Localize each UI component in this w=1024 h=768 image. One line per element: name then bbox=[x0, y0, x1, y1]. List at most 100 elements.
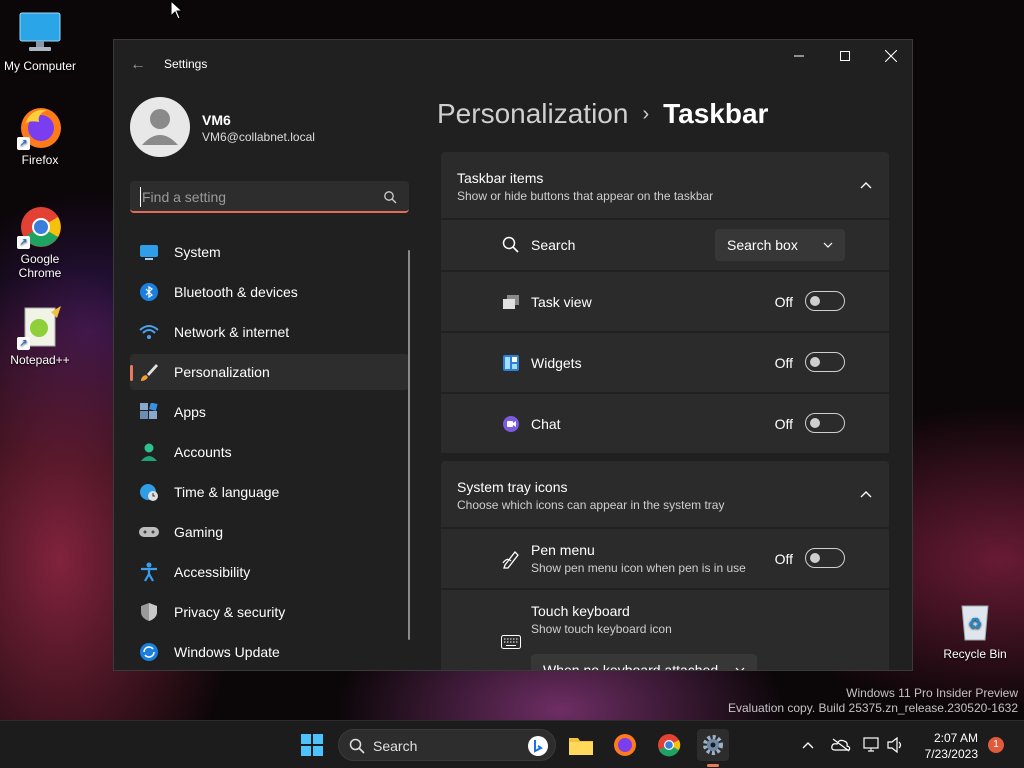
maximize-button[interactable] bbox=[822, 40, 868, 72]
taskbar-firefox[interactable] bbox=[609, 729, 641, 761]
settings-window: ← Settings VM6 VM6@collabnet.local Syste… bbox=[113, 39, 913, 671]
sidebar-item-apps[interactable]: Apps bbox=[130, 394, 409, 430]
chevron-up-icon[interactable] bbox=[859, 178, 873, 192]
svg-text:♻: ♻ bbox=[968, 616, 982, 633]
search-mode-dropdown[interactable]: Search box bbox=[715, 229, 845, 261]
sidebar-item-personalization[interactable]: Personalization bbox=[130, 354, 409, 390]
chrome-icon: ↗ bbox=[17, 203, 63, 249]
chat-label: Chat bbox=[531, 416, 561, 432]
tray-volume[interactable] bbox=[882, 729, 910, 761]
accessibility-icon bbox=[139, 562, 159, 582]
bing-icon bbox=[528, 736, 548, 756]
breadcrumb-parent[interactable]: Personalization bbox=[437, 98, 628, 130]
desktop-icon-label: My Computer bbox=[3, 59, 77, 73]
recycle-bin-icon: ♻ bbox=[952, 598, 998, 644]
folder-icon bbox=[569, 738, 593, 755]
breadcrumb: Personalization › Taskbar bbox=[437, 98, 768, 130]
watermark-build: Evaluation copy. Build 25375.zn_release.… bbox=[728, 701, 1018, 715]
avatar[interactable] bbox=[130, 97, 190, 157]
toggle-state-text: Off bbox=[774, 416, 793, 432]
update-icon bbox=[139, 642, 159, 662]
clock-time: 2:07 AM bbox=[933, 731, 978, 745]
desktop-icon-label: Notepad++ bbox=[10, 353, 70, 367]
volume-icon bbox=[887, 737, 902, 753]
close-button[interactable] bbox=[868, 40, 912, 72]
pen-menu-toggle[interactable] bbox=[805, 548, 845, 568]
bluetooth-icon bbox=[139, 282, 159, 302]
toggle-knob bbox=[810, 553, 820, 563]
toggle-knob bbox=[810, 357, 820, 367]
sidebar-item-windows-update[interactable]: Windows Update bbox=[130, 634, 409, 670]
globe-clock-icon bbox=[139, 482, 159, 502]
wifi-icon bbox=[139, 322, 159, 342]
page-title: Taskbar bbox=[663, 98, 769, 129]
sidebar-item-privacy[interactable]: Privacy & security bbox=[130, 594, 409, 630]
settings-search-box[interactable] bbox=[130, 181, 409, 213]
desktop-icon-notepadpp[interactable]: ↗ Notepad++ bbox=[0, 304, 80, 367]
taskbar-settings[interactable] bbox=[697, 729, 729, 767]
touch-keyboard-label: Touch keyboard bbox=[531, 603, 630, 619]
sidebar-item-network[interactable]: Network & internet bbox=[130, 314, 409, 350]
title-bar[interactable]: ← Settings bbox=[114, 40, 912, 88]
close-icon bbox=[885, 50, 897, 62]
sidebar-item-label: Time & language bbox=[174, 484, 280, 500]
chevron-up-icon bbox=[802, 742, 814, 749]
touch-keyboard-dropdown[interactable]: When no keyboard attached bbox=[531, 654, 757, 670]
desktop-icon-recycle-bin[interactable]: ♻ Recycle Bin bbox=[935, 598, 1015, 661]
chat-icon bbox=[501, 414, 521, 434]
gear-icon bbox=[703, 735, 723, 755]
user-email: VM6@collabnet.local bbox=[202, 130, 315, 144]
toggle-knob bbox=[810, 296, 820, 306]
toggle-state-text: Off bbox=[774, 294, 793, 310]
chevron-up-icon[interactable] bbox=[859, 487, 873, 501]
watermark-edition: Windows 11 Pro Insider Preview bbox=[846, 686, 1018, 700]
clock-date: 7/23/2023 bbox=[924, 747, 978, 761]
start-button[interactable] bbox=[296, 729, 328, 761]
breadcrumb-chevron-icon: › bbox=[642, 102, 650, 125]
sidebar-scrollbar[interactable] bbox=[408, 250, 410, 640]
notepadpp-icon: ↗ bbox=[17, 304, 63, 350]
search-icon bbox=[501, 235, 521, 255]
dropdown-value: Search box bbox=[727, 237, 798, 253]
taskbar-items-header[interactable]: Taskbar items Show or hide buttons that … bbox=[441, 152, 889, 218]
chevron-down-icon bbox=[735, 667, 745, 670]
minimize-icon bbox=[794, 55, 804, 57]
task-view-label: Task view bbox=[531, 294, 592, 310]
sidebar-item-accounts[interactable]: Accounts bbox=[130, 434, 409, 470]
user-name: VM6 bbox=[202, 112, 231, 128]
sidebar-item-gaming[interactable]: Gaming bbox=[130, 514, 409, 550]
tray-onedrive[interactable] bbox=[827, 729, 855, 761]
tray-overflow-button[interactable] bbox=[794, 729, 822, 761]
desktop-icon-my-computer[interactable]: My Computer bbox=[0, 10, 80, 73]
search-setting-label: Search bbox=[531, 237, 576, 253]
back-arrow-icon[interactable]: ← bbox=[130, 56, 148, 74]
sidebar-item-label: Accounts bbox=[174, 444, 232, 460]
chat-toggle[interactable] bbox=[805, 413, 845, 433]
taskbar-clock[interactable]: 2:07 AM 7/23/2023 bbox=[920, 730, 978, 762]
taskbar-search-label: Search bbox=[373, 738, 418, 754]
widgets-row: Widgets Off bbox=[441, 333, 889, 392]
system-tray-header[interactable]: System tray icons Choose which icons can… bbox=[441, 461, 889, 527]
minimize-button[interactable] bbox=[776, 40, 822, 72]
desktop-icon-label: Firefox bbox=[21, 153, 59, 167]
section-title: System tray icons bbox=[457, 479, 568, 495]
widgets-toggle[interactable] bbox=[805, 352, 845, 372]
pen-icon bbox=[501, 549, 521, 569]
search-icon[interactable] bbox=[383, 190, 397, 204]
taskbar-search-box[interactable]: Search bbox=[338, 729, 556, 761]
sidebar-item-bluetooth[interactable]: Bluetooth & devices bbox=[130, 274, 409, 310]
desktop-icon-firefox[interactable]: ↗ Firefox bbox=[0, 104, 80, 167]
desktop-icon-chrome[interactable]: ↗ Google Chrome bbox=[0, 203, 80, 280]
task-view-toggle[interactable] bbox=[805, 291, 845, 311]
desktop-icon-label: Recycle Bin bbox=[943, 647, 1007, 661]
taskbar-chrome[interactable] bbox=[653, 729, 685, 761]
search-input[interactable] bbox=[140, 187, 370, 207]
shortcut-arrow-icon: ↗ bbox=[17, 337, 30, 350]
network-icon bbox=[863, 737, 879, 752]
sidebar-item-accessibility[interactable]: Accessibility bbox=[130, 554, 409, 590]
sidebar-item-system[interactable]: System bbox=[130, 234, 409, 270]
notification-badge[interactable]: 1 bbox=[988, 737, 1004, 753]
sidebar-item-time-language[interactable]: Time & language bbox=[130, 474, 409, 510]
taskbar-file-explorer[interactable] bbox=[565, 729, 597, 761]
toggle-state-text: Off bbox=[774, 551, 793, 567]
